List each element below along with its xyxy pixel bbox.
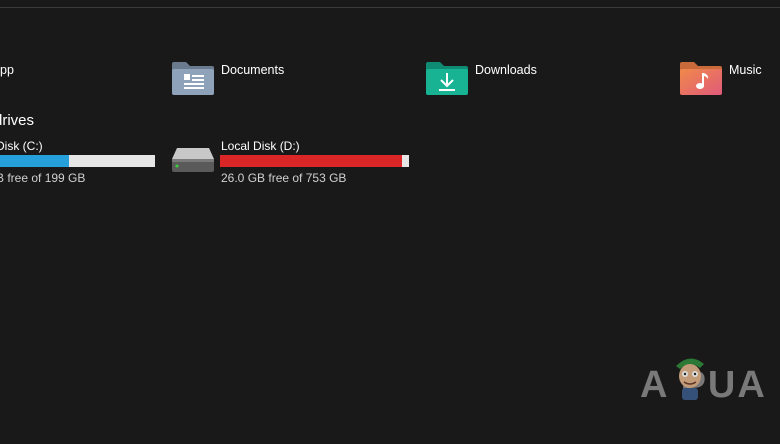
divider	[0, 7, 780, 8]
folder-item-documents[interactable]: Documents	[171, 58, 321, 98]
drive-item-c[interactable]: Disk (C:) B free of 199 GB	[0, 138, 160, 188]
hard-drive-icon	[172, 148, 214, 172]
drive-usage-bar	[0, 155, 155, 167]
folder-label: Documents	[221, 63, 285, 77]
section-title-drives: drives	[0, 112, 35, 129]
music-folder-icon	[680, 62, 722, 95]
drive-name: Local Disk (D:)	[221, 139, 300, 153]
folder-label: Downloads	[475, 63, 537, 77]
mascot-icon	[676, 358, 704, 400]
file-explorer-view: pp Documents Downloads Music rives Disk …	[0, 0, 780, 444]
drive-free-space: B free of 199 GB	[0, 171, 86, 185]
drive-usage-fill	[220, 155, 403, 167]
folder-item-app[interactable]: pp	[0, 58, 70, 98]
drive-usage-bar	[220, 155, 409, 167]
drive-name: Disk (C:)	[0, 139, 43, 153]
appuals-watermark-logo: A PUA	[640, 352, 780, 408]
folder-item-downloads[interactable]: Downloads	[425, 58, 575, 98]
drive-usage-fill	[0, 155, 69, 167]
folder-item-music[interactable]: Music	[679, 58, 779, 98]
folder-label: pp	[0, 63, 14, 77]
drive-free-space: 26.0 GB free of 753 GB	[221, 171, 347, 185]
downloads-folder-icon	[426, 62, 468, 95]
folder-label: Music	[729, 63, 762, 77]
drive-item-d[interactable]: Local Disk (D:) 26.0 GB free of 753 GB	[171, 138, 411, 188]
documents-folder-icon	[172, 62, 214, 95]
